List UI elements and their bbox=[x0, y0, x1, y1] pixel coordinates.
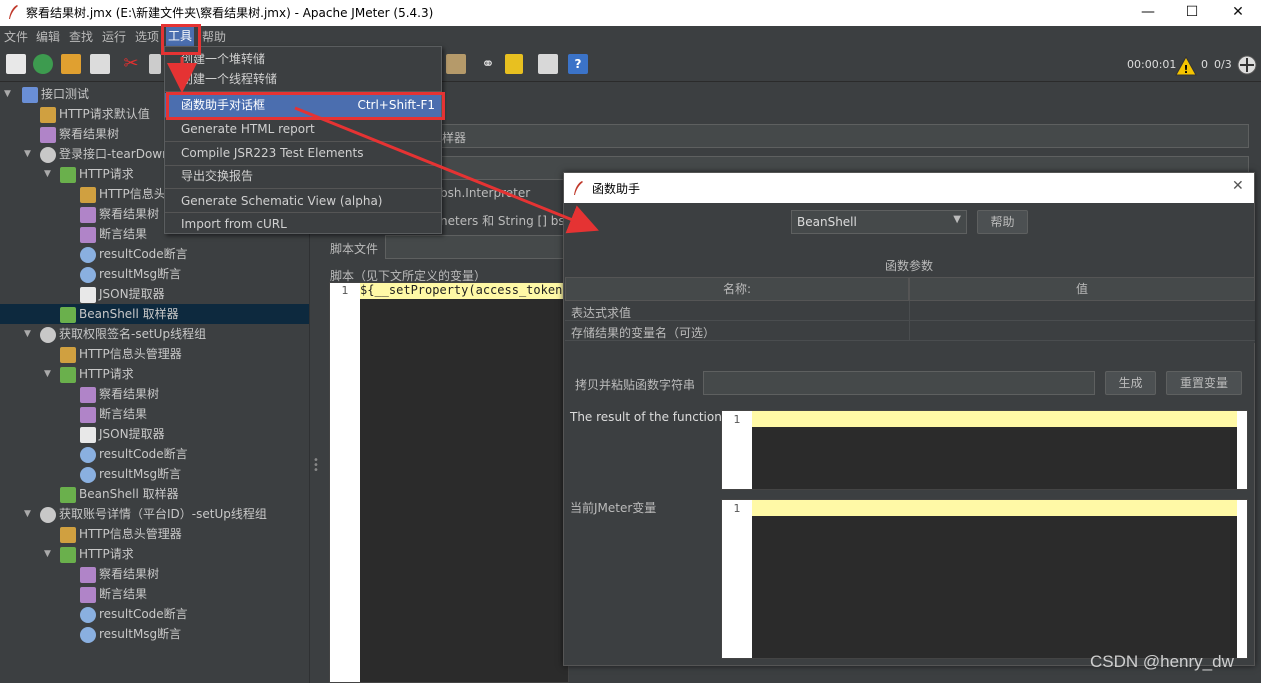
arrow-to-dialog bbox=[294, 106, 599, 234]
watermark: CSDN @henry_dw bbox=[1090, 652, 1234, 671]
annotation-arrows bbox=[167, 57, 599, 234]
